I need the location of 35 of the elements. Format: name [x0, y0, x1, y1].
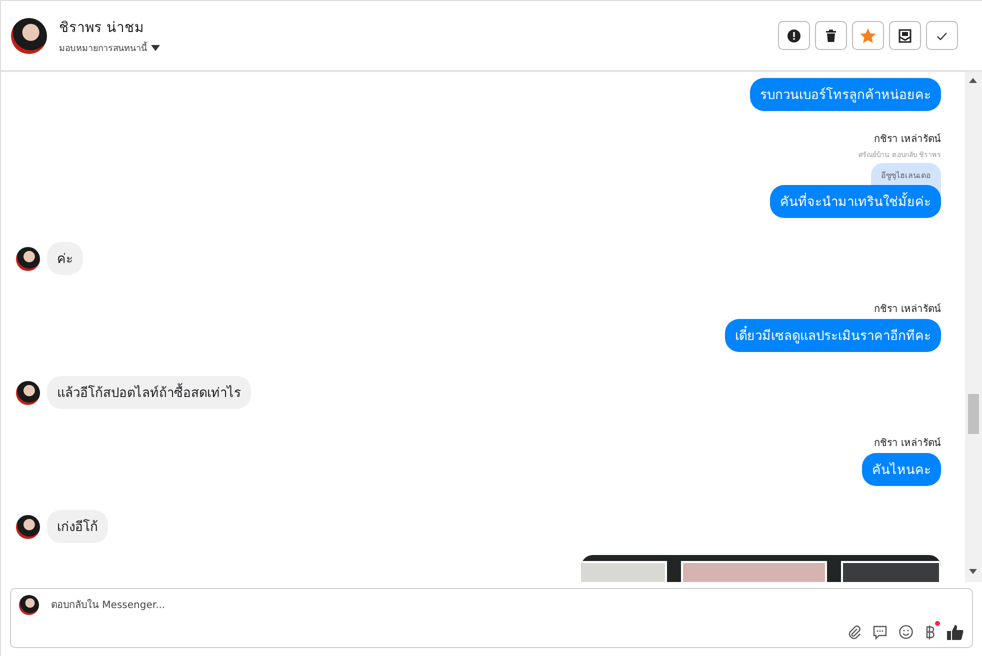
smiley-icon: [898, 624, 914, 640]
alert-icon: [786, 28, 802, 44]
attach-button[interactable]: [846, 624, 862, 640]
sender-name: กชิรา เหล่ารัตน์: [874, 302, 941, 316]
avatar-placeholder: [16, 380, 40, 404]
message-bubble: รบกวนเบอร์โทรลูกค้าหน่อยคะ: [750, 78, 941, 111]
avatar-placeholder: [16, 514, 40, 538]
sender-name: กชิรา เหล่ารัตน์: [874, 132, 941, 146]
avatar-placeholder: [19, 595, 39, 615]
baht-icon: [924, 624, 936, 640]
caret-icon: [151, 45, 160, 51]
assign-dropdown[interactable]: มอบหมายการสนทนานี้: [59, 41, 766, 55]
thumbs-up-icon: [946, 623, 964, 641]
mail-icon: [897, 28, 913, 44]
star-button[interactable]: [852, 21, 884, 50]
like-button[interactable]: [946, 623, 964, 641]
saved-replies-button[interactable]: [872, 624, 888, 640]
chat-icon: [872, 624, 888, 640]
delete-button[interactable]: [815, 21, 847, 50]
contact-name: ชิราพร น่าชม: [59, 19, 144, 38]
avatar-placeholder: [11, 18, 47, 54]
message-bubble: คันที่จะนำมาเทรินใช่มั้ยค่ะ: [770, 185, 941, 218]
message-bubble: แล้วอีโก้สปอตไลท์ถ้าซื้อสดเท่าไร: [47, 376, 251, 409]
message-bubble: เก่งอีโก้: [47, 510, 108, 543]
report-button[interactable]: [778, 21, 810, 50]
emoji-button[interactable]: [898, 624, 914, 640]
message-bubble: คันไหนคะ: [862, 453, 941, 486]
trash-icon: [823, 28, 839, 44]
scrollbar[interactable]: [965, 72, 982, 582]
mail-button[interactable]: [889, 21, 921, 50]
message-bubble: ค่ะ: [47, 242, 83, 275]
sender-name: กชิรา เหล่ารัตน์: [874, 436, 941, 450]
message-bubble: เดี๋ยวมีเซลดูแลประเมินราคาอีกทีคะ: [725, 319, 941, 352]
paperclip-icon: [846, 624, 862, 640]
avatar-placeholder: [16, 246, 40, 270]
